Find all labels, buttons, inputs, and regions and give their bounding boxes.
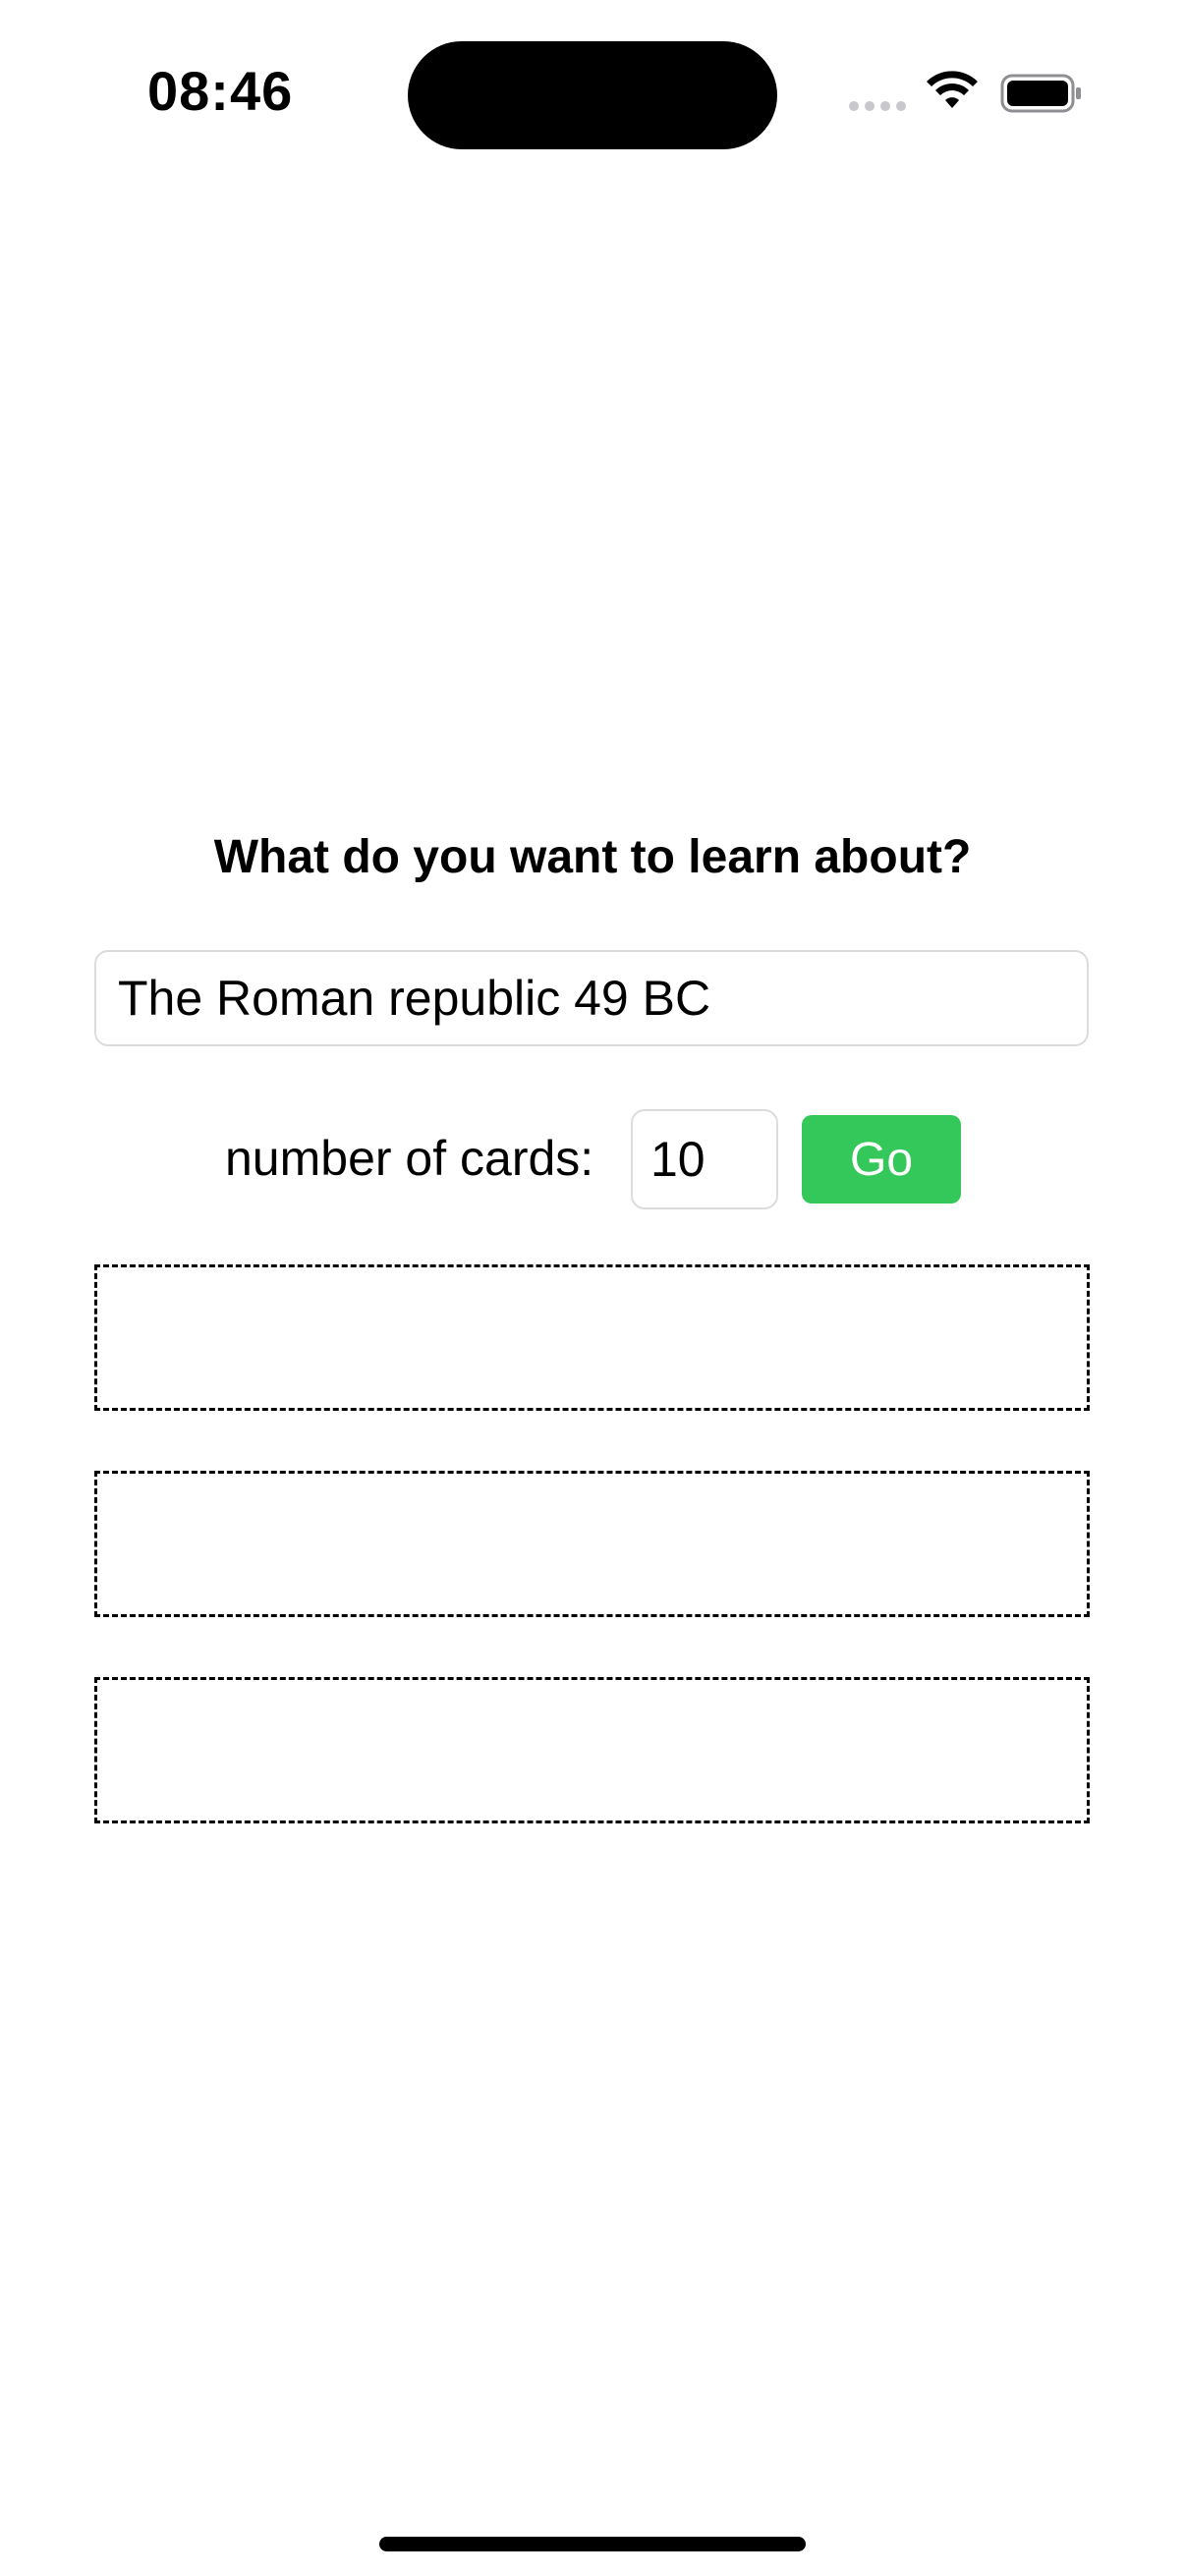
card-count-input[interactable] xyxy=(631,1109,778,1209)
battery-icon xyxy=(1000,74,1081,113)
home-indicator[interactable] xyxy=(379,2537,806,2551)
status-time: 08:46 xyxy=(147,60,294,122)
card-count-label: number of cards: xyxy=(225,1131,594,1186)
topic-input[interactable] xyxy=(94,950,1089,1046)
dynamic-island xyxy=(408,41,777,149)
signal-dots-icon xyxy=(849,101,906,111)
card-count-row: number of cards: Go xyxy=(0,1108,1185,1210)
card-placeholder-1 xyxy=(94,1264,1090,1411)
go-button[interactable]: Go xyxy=(802,1115,961,1204)
card-placeholder-2 xyxy=(94,1471,1090,1617)
wifi-icon xyxy=(927,71,978,108)
app-screen: 08:46 What do you want to learn about? n… xyxy=(0,0,1185,2576)
card-placeholder-3 xyxy=(94,1677,1090,1823)
prompt-title: What do you want to learn about? xyxy=(213,831,972,883)
